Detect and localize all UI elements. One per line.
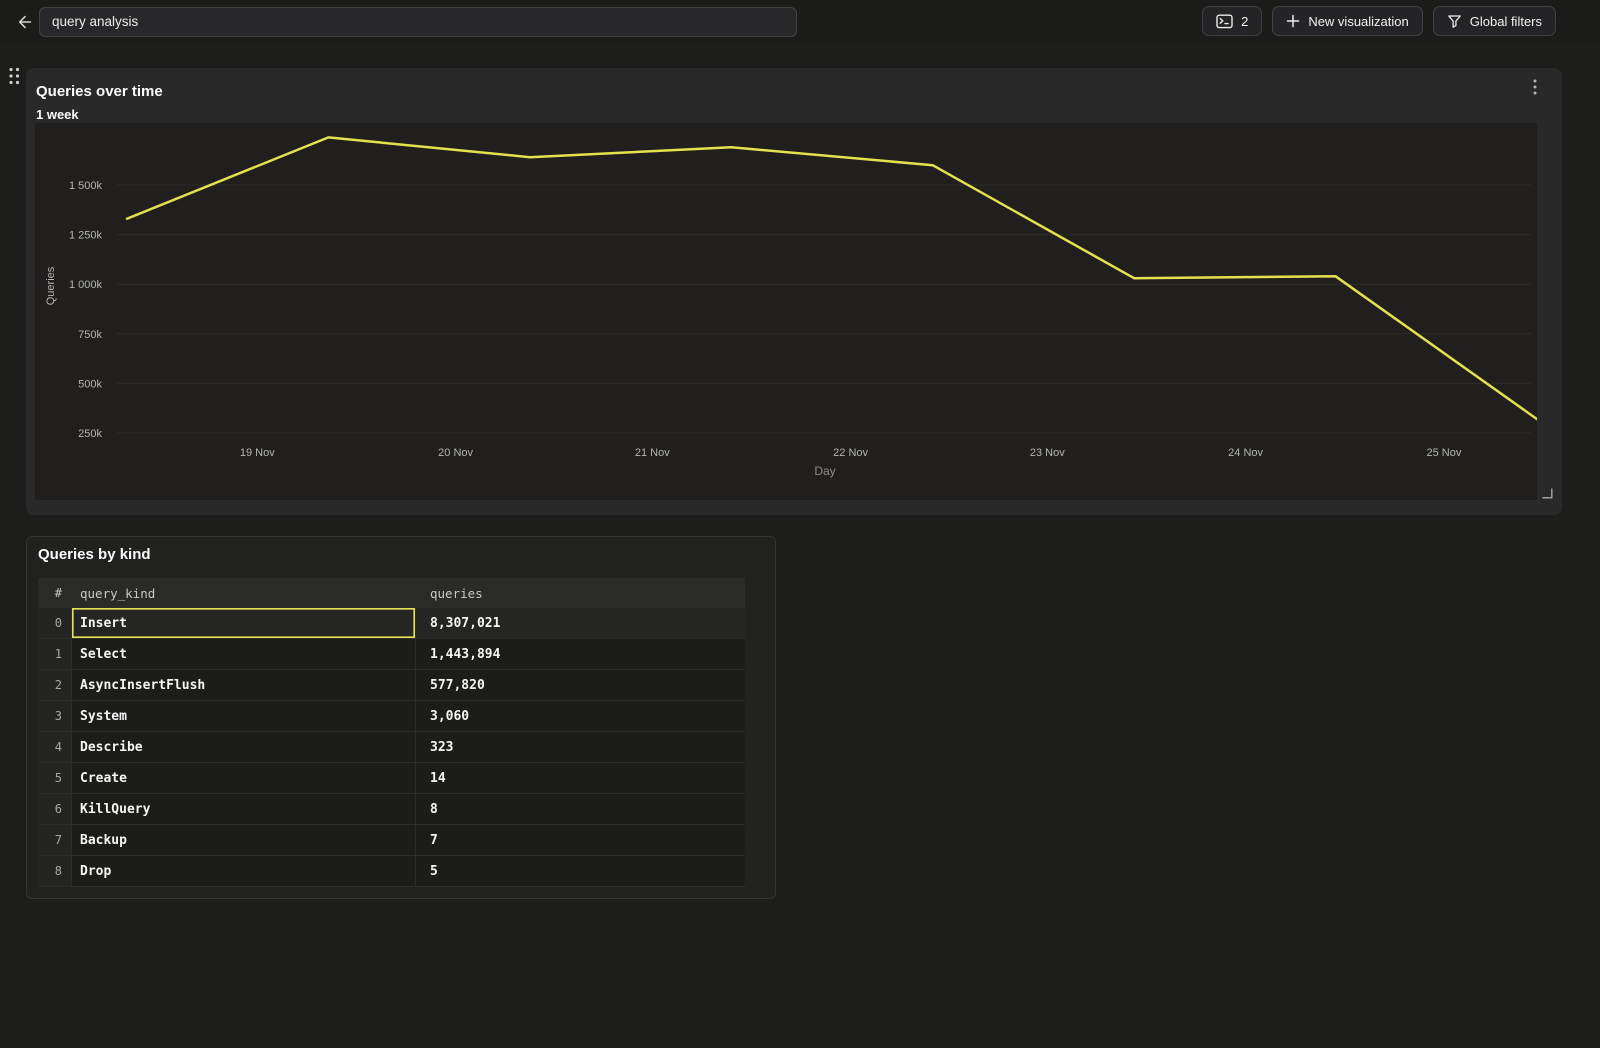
queries-cell[interactable]: 8,307,021	[415, 608, 745, 638]
row-index-cell[interactable]: 1	[38, 639, 72, 669]
queries-series-line	[127, 137, 1537, 419]
x-tick-label: 20 Nov	[438, 447, 473, 459]
console-count-button[interactable]: 2	[1202, 6, 1262, 36]
topbar-actions: 2 New visualization Global filters	[1202, 6, 1556, 36]
y-tick-label: 750k	[78, 329, 102, 341]
x-tick-label: 24 Nov	[1228, 447, 1263, 459]
resize-corner-icon	[1541, 487, 1554, 500]
row-index-cell[interactable]: 8	[38, 856, 72, 886]
row-index-cell[interactable]: 2	[38, 670, 72, 700]
funnel-icon	[1447, 14, 1462, 29]
table-row: 5Create14	[38, 763, 745, 794]
chart-menu-button[interactable]	[1524, 76, 1546, 98]
row-index-cell[interactable]: 6	[38, 794, 72, 824]
chart-subtitle: 1 week	[36, 107, 79, 122]
header-query-kind-column[interactable]: query_kind	[72, 579, 415, 607]
chart-plot-area: 250k 500k 750k 1 000k 1 250k 1 500k 19 Nov 20 N…	[35, 123, 1537, 500]
query-kind-cell[interactable]: Select	[72, 639, 415, 669]
y-axis-title: Queries	[45, 266, 57, 305]
table-row: 4Describe323	[38, 732, 745, 763]
row-index-cell[interactable]: 7	[38, 825, 72, 855]
y-tick-label: 250k	[78, 428, 102, 440]
queries-cell[interactable]: 8	[415, 794, 745, 824]
drag-handle-dots-icon	[7, 66, 21, 86]
topbar: 2 New visualization Global filters	[0, 0, 1600, 43]
table-row: 7Backup7	[38, 825, 745, 856]
header-queries-column[interactable]: queries	[415, 579, 745, 607]
row-index-cell[interactable]: 0	[38, 608, 72, 638]
row-index-cell[interactable]: 4	[38, 732, 72, 762]
query-kind-cell[interactable]: Backup	[72, 825, 415, 855]
x-tick-label: 25 Nov	[1426, 447, 1461, 459]
query-kind-cell[interactable]: Drop	[72, 856, 415, 886]
y-tick-label: 1 500k	[69, 180, 103, 192]
queries-cell[interactable]: 1,443,894	[415, 639, 745, 669]
queries-cell[interactable]: 3,060	[415, 701, 745, 731]
panel-drag-handle[interactable]	[7, 66, 21, 91]
table-title: Queries by kind	[38, 546, 151, 563]
table-row: 2AsyncInsertFlush577,820	[38, 670, 745, 701]
queries-cell[interactable]: 14	[415, 763, 745, 793]
y-tick-label: 1 250k	[69, 230, 103, 242]
console-count-label: 2	[1241, 14, 1248, 29]
new-visualization-button[interactable]: New visualization	[1272, 6, 1422, 36]
row-index-cell[interactable]: 3	[38, 701, 72, 731]
query-kind-cell[interactable]: Create	[72, 763, 415, 793]
queries-cell[interactable]: 5	[415, 856, 745, 886]
queries-cell[interactable]: 7	[415, 825, 745, 855]
row-index-cell[interactable]: 5	[38, 763, 72, 793]
queries-over-time-panel: Queries over time 1 week 250k 500k 750k 1 0…	[26, 68, 1562, 515]
queries-line-chart: 250k 500k 750k 1 000k 1 250k 1 500k 19 Nov 20 N…	[35, 123, 1537, 500]
y-tick-label: 1 000k	[69, 279, 103, 291]
query-kind-cell[interactable]: Describe	[72, 732, 415, 762]
panel-resize-handle[interactable]	[1541, 487, 1554, 505]
global-filters-button[interactable]: Global filters	[1433, 6, 1556, 36]
query-kind-cell[interactable]: System	[72, 701, 415, 731]
queries-cell[interactable]: 323	[415, 732, 745, 762]
queries-by-kind-panel: Queries by kind #query_kindqueries0Inser…	[26, 536, 776, 899]
back-button[interactable]	[8, 7, 38, 37]
queries-cell[interactable]: 577,820	[415, 670, 745, 700]
table-row: 3System3,060	[38, 701, 745, 732]
header-index-column: #	[38, 579, 72, 607]
new-visualization-label: New visualization	[1308, 14, 1408, 29]
kebab-vertical-icon	[1533, 79, 1537, 95]
chart-title: Queries over time	[36, 83, 163, 100]
table-row: 0Insert8,307,021	[38, 608, 745, 639]
table-row: 8Drop5	[38, 856, 745, 887]
x-tick-label: 23 Nov	[1030, 447, 1065, 459]
sql-console-icon	[1216, 14, 1233, 29]
query-kind-cell[interactable]: KillQuery	[72, 794, 415, 824]
y-tick-label: 500k	[78, 378, 102, 390]
table-row: 6KillQuery8	[38, 794, 745, 825]
global-filters-label: Global filters	[1470, 14, 1542, 29]
x-axis-title: Day	[814, 464, 835, 478]
queries-by-kind-table: #query_kindqueries0Insert8,307,0211Selec…	[38, 578, 745, 887]
table-header-row: #query_kindqueries	[38, 579, 745, 608]
dashboard-title-input[interactable]	[39, 7, 797, 37]
query-kind-cell-selected[interactable]: Insert	[72, 608, 415, 638]
plus-icon	[1286, 14, 1300, 28]
table-row: 1Select1,443,894	[38, 639, 745, 670]
arrow-left-icon	[13, 12, 33, 32]
query-kind-cell[interactable]: AsyncInsertFlush	[72, 670, 415, 700]
x-tick-label: 19 Nov	[240, 447, 275, 459]
x-tick-label: 22 Nov	[833, 447, 868, 459]
x-tick-label: 21 Nov	[635, 447, 670, 459]
